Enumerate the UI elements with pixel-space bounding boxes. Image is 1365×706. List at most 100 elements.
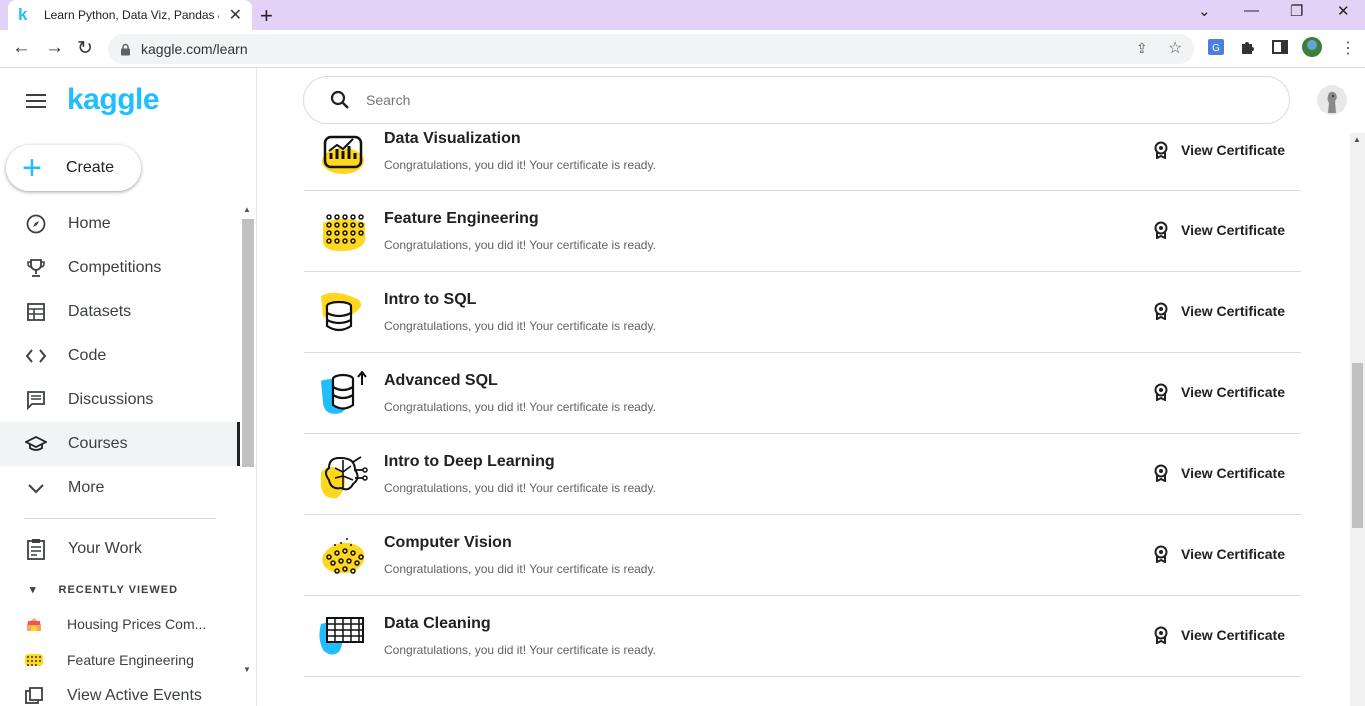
certificate-badge-icon [1154, 464, 1168, 482]
share-icon[interactable]: ⇪ [1136, 40, 1148, 57]
minimize-button[interactable]: — [1244, 2, 1259, 19]
certificate-badge-icon [1154, 221, 1168, 239]
main-scrollbar[interactable]: ▲ [1350, 133, 1365, 706]
create-label: Create [66, 159, 115, 176]
course-message: Congratulations, you did it! Your certif… [384, 400, 656, 414]
course-row[interactable]: Data Cleaning Congratulations, you did i… [304, 596, 1301, 677]
view-certificate-label: View Certificate [1180, 222, 1285, 238]
reload-icon[interactable]: ↻ [77, 37, 93, 60]
certificate-badge-icon [1154, 545, 1168, 563]
course-message: Congratulations, you did it! Your certif… [384, 158, 656, 172]
scroll-down-icon[interactable]: ▼ [243, 665, 251, 674]
database-arrow-icon [321, 371, 367, 414]
restore-button[interactable]: ❐ [1290, 2, 1303, 20]
your-work-label: Your Work [68, 540, 142, 557]
caret-down-icon: ▾ [30, 584, 37, 596]
course-title[interactable]: Data Cleaning [384, 615, 491, 633]
sidebar-item-label: Competitions [68, 259, 162, 276]
events-icon [25, 687, 43, 704]
code-icon [25, 345, 47, 367]
sidebar-item-label: Home [68, 215, 111, 232]
view-certificate-button[interactable]: View Certificate [1153, 221, 1285, 239]
sidebar-item-more[interactable]: More [0, 466, 240, 510]
brain-icon [321, 456, 368, 499]
course-message: Congratulations, you did it! Your certif… [384, 238, 656, 252]
sidebar-scroll-thumb[interactable] [242, 219, 254, 467]
course-row[interactable]: Intro to Deep Learning Congratulations, … [304, 434, 1301, 515]
course-row[interactable]: Feature Engineering Congratulations, you… [304, 191, 1301, 272]
close-tab-icon[interactable]: ✕ [229, 5, 242, 25]
course-row[interactable]: Intro to SQL Congratulations, you did it… [304, 272, 1301, 353]
forward-icon[interactable]: → [45, 37, 64, 59]
sidebar: kaggle + Create Home Competitions Datase… [0, 68, 257, 706]
user-avatar[interactable] [1317, 85, 1347, 115]
sidebar-item-code[interactable]: Code [0, 334, 240, 378]
sidebar-item-datasets[interactable]: Datasets [0, 290, 240, 334]
course-title[interactable]: Intro to Deep Learning [384, 453, 555, 471]
view-certificate-button[interactable]: View Certificate [1153, 383, 1285, 401]
kaggle-logo[interactable]: kaggle [67, 83, 160, 117]
sidebar-item-home[interactable]: Home [0, 202, 240, 246]
view-certificate-button[interactable]: View Certificate [1153, 464, 1285, 482]
sidebar-item-competitions[interactable]: Competitions [0, 246, 240, 290]
course-message: Congratulations, you did it! Your certif… [384, 481, 656, 495]
chart-icon [322, 135, 364, 174]
address-bar[interactable]: kaggle.com/learn [108, 34, 1194, 64]
recent-item[interactable]: View Active Events [25, 687, 202, 705]
create-button[interactable]: + Create [6, 145, 141, 191]
sidebar-scrollbar[interactable]: ▲ ▼ [241, 205, 255, 675]
view-certificate-label: View Certificate [1180, 546, 1285, 562]
back-icon[interactable]: ← [12, 37, 31, 59]
tab-search-icon[interactable]: ⌄ [1198, 2, 1211, 20]
course-message: Congratulations, you did it! Your certif… [384, 319, 656, 333]
certificate-badge-icon [1154, 141, 1168, 159]
translate-extension-icon[interactable]: G [1207, 38, 1225, 56]
sidebar-item-courses[interactable]: Courses [0, 422, 240, 466]
database-icon [321, 292, 361, 332]
bookmark-star-icon[interactable]: ☆ [1168, 38, 1182, 58]
recently-viewed-header[interactable]: ▾ RECENTLY VIEWED [30, 583, 178, 596]
url-text: kaggle.com/learn [141, 41, 248, 57]
browser-tab[interactable]: k Learn Python, Data Viz, Pandas & ✕ [8, 0, 252, 30]
sidebar-item-discussions[interactable]: Discussions [0, 378, 240, 422]
grid-icon [319, 617, 364, 655]
close-window-button[interactable]: ✕ [1337, 2, 1350, 20]
view-certificate-button[interactable]: View Certificate [1153, 141, 1285, 159]
sidebar-item-label: Discussions [68, 391, 154, 408]
browser-tab-bar: k Learn Python, Data Viz, Pandas & ✕ + ⌄… [0, 0, 1365, 30]
dots-grid-icon [323, 214, 365, 251]
course-title[interactable]: Data Visualization [384, 130, 521, 148]
plus-icon: + [22, 149, 42, 187]
view-certificate-button[interactable]: View Certificate [1153, 545, 1285, 563]
course-row[interactable]: Data Visualization Congratulations, you … [304, 111, 1301, 191]
new-tab-button[interactable]: + [260, 3, 273, 29]
course-row[interactable]: Computer Vision Congratulations, you did… [304, 515, 1301, 596]
sidebar-divider [24, 518, 216, 519]
course-title[interactable]: Intro to SQL [384, 291, 476, 309]
view-certificate-button[interactable]: View Certificate [1153, 302, 1285, 320]
course-title[interactable]: Feature Engineering [384, 210, 539, 228]
sidebar-nav: Home Competitions Datasets Code Discussi… [0, 202, 240, 510]
view-certificate-label: View Certificate [1180, 303, 1285, 319]
recent-item-label: View Active Events [67, 687, 202, 704]
side-panel-icon[interactable] [1271, 38, 1289, 56]
recent-item[interactable]: Feature Engineering [25, 652, 194, 668]
course-title[interactable]: Computer Vision [384, 534, 512, 552]
browser-menu-icon[interactable]: ⋮ [1340, 38, 1356, 58]
search-input[interactable] [366, 92, 1246, 108]
course-title[interactable]: Advanced SQL [384, 372, 498, 390]
course-row[interactable]: Advanced SQL Congratulations, you did it… [304, 353, 1301, 434]
scroll-up-icon[interactable]: ▲ [243, 205, 251, 214]
course-message: Congratulations, you did it! Your certif… [384, 562, 656, 576]
recent-item[interactable]: Housing Prices Com... [25, 616, 206, 632]
recent-item-label: Housing Prices Com... [67, 616, 207, 632]
menu-icon[interactable] [26, 94, 46, 112]
extensions-puzzle-icon[interactable] [1239, 38, 1257, 56]
scroll-up-icon[interactable]: ▲ [1353, 135, 1361, 144]
view-certificate-button[interactable]: View Certificate [1153, 626, 1285, 644]
browser-toolbar: ← → ↻ kaggle.com/learn ⇪ ☆ G ⋮ [0, 30, 1365, 68]
profile-avatar-icon[interactable] [1301, 36, 1323, 58]
clipboard-icon [25, 538, 47, 560]
main-scroll-thumb[interactable] [1352, 363, 1363, 528]
sidebar-item-your-work[interactable]: Your Work [0, 527, 240, 571]
